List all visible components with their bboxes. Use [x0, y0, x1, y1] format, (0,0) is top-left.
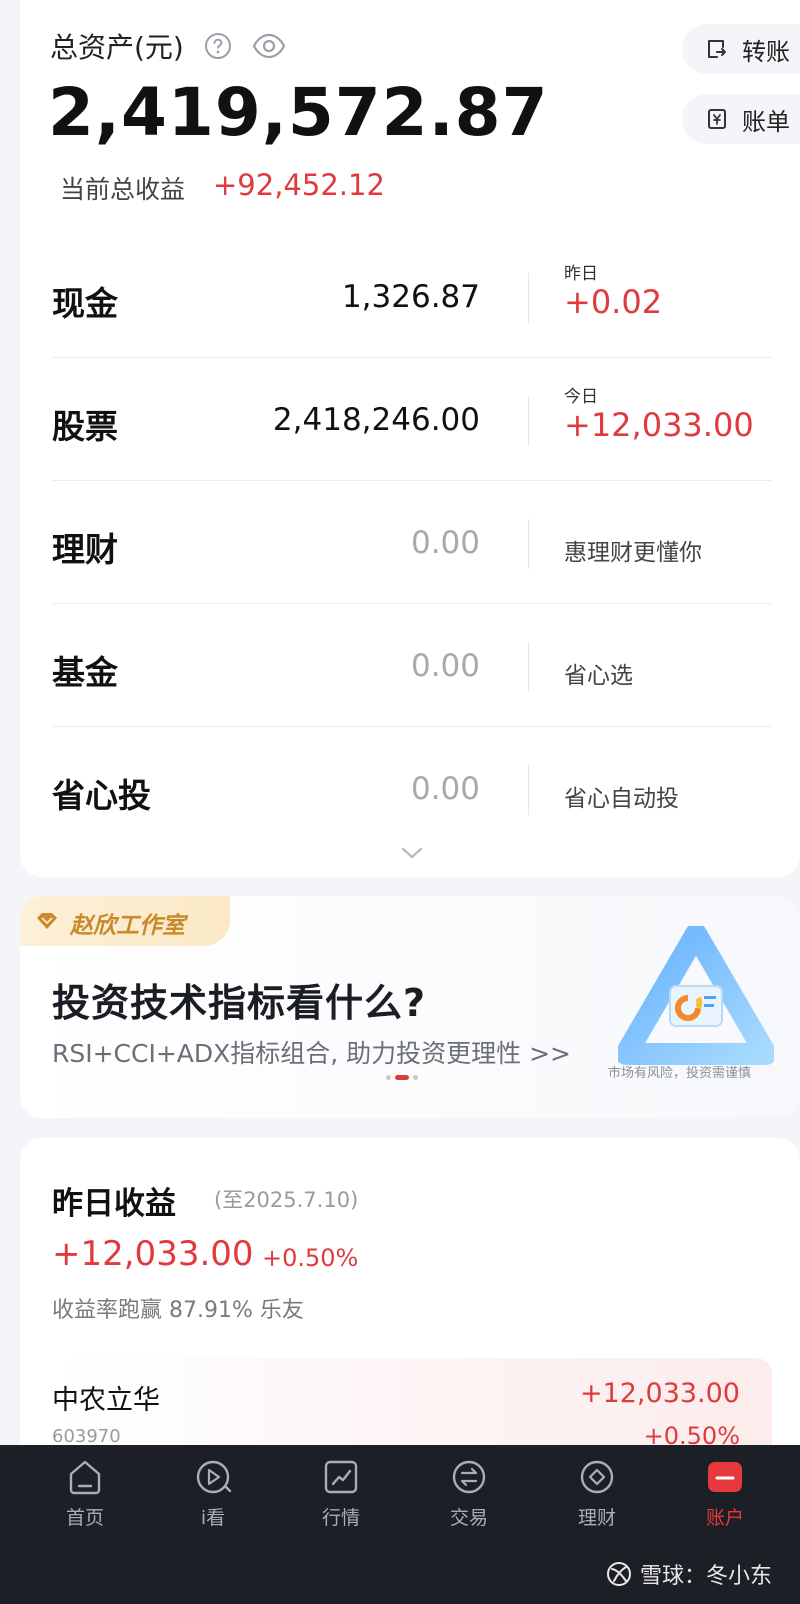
eye-icon[interactable]: [252, 33, 286, 59]
asset-label: 省心投: [52, 776, 151, 815]
home-icon: [69, 1460, 101, 1495]
tab-label: i看: [200, 1507, 226, 1529]
chevron-down-icon[interactable]: [400, 846, 424, 860]
banner-title: 投资技术指标看什么?: [52, 981, 427, 1025]
earnings-date: (至2025.7.10): [214, 1188, 359, 1212]
asset-label: 股票: [52, 407, 118, 446]
tab-label: 理财: [577, 1507, 616, 1529]
tab-account[interactable]: 账户: [665, 1457, 785, 1547]
diamond-badge-icon: [37, 913, 57, 929]
earnings-beat-text: 收益率跑赢 87.91% 乐友: [52, 1298, 304, 1323]
diamond-icon: [580, 1460, 614, 1494]
tab-watch[interactable]: i看: [153, 1457, 273, 1547]
divider: [528, 519, 529, 569]
chart-icon: [324, 1460, 358, 1494]
stock-earning-item[interactable]: 中农立华 603970 +12,033.00 +0.50%: [52, 1358, 772, 1458]
account-icon: [708, 1462, 742, 1492]
tab-label: 账户: [705, 1507, 744, 1529]
asset-side-value: +12,033.00: [564, 406, 754, 444]
risk-note: 市场有风险，投资需谨慎: [608, 1066, 752, 1081]
promo-banner[interactable]: 赵欣工作室 投资技术指标看什么? RSI+CCI+ADX指标组合, 助力投资更理…: [20, 896, 800, 1118]
total-assets-label: 总资产(元): [50, 31, 184, 64]
stock-name: 中农立华: [52, 1385, 160, 1416]
asset-side-desc: 惠理财更懂你: [564, 540, 702, 566]
asset-row-stock[interactable]: 股票 2,418,246.00 今日 +12,033.00: [52, 358, 772, 481]
exchange-icon: [452, 1460, 486, 1494]
asset-amount: 0.00: [410, 771, 480, 807]
asset-amount: 2,418,246.00: [272, 402, 480, 438]
tab-wealth[interactable]: 理财: [537, 1457, 657, 1547]
studio-tag: 赵欣工作室: [20, 896, 230, 946]
carousel-dot: [386, 1075, 391, 1080]
bottom-tab-bar: 首页 i看 行情 交易 理财 账户 雪球：冬小东: [0, 1445, 800, 1604]
transfer-button[interactable]: 转账: [682, 24, 800, 74]
asset-row-auto-invest[interactable]: 省心投 0.00 省心自动投: [52, 727, 772, 850]
tab-label: 交易: [449, 1507, 488, 1529]
asset-label: 理财: [52, 530, 118, 569]
earnings-amount: +12,033.00: [52, 1234, 254, 1274]
transfer-label: 转账: [742, 37, 790, 66]
asset-amount: 1,326.87: [341, 279, 480, 315]
divider: [528, 273, 529, 323]
divider: [528, 396, 529, 446]
asset-row-wealth[interactable]: 理财 0.00 惠理财更懂你: [52, 481, 772, 604]
tab-label: 行情: [321, 1507, 360, 1529]
asset-label: 基金: [52, 653, 118, 692]
tab-market[interactable]: 行情: [281, 1457, 401, 1547]
carousel-dot-active: [395, 1075, 409, 1080]
earnings-title: 昨日收益: [52, 1186, 176, 1222]
watermark: 雪球：冬小东: [606, 1558, 772, 1590]
asset-row-cash[interactable]: 现金 1,326.87 昨日 +0.02: [52, 235, 772, 358]
asset-side-desc: 省心自动投: [564, 786, 679, 812]
tab-label: 首页: [65, 1507, 104, 1529]
bill-label: 账单: [742, 107, 790, 136]
asset-side-caption: 今日: [564, 387, 598, 407]
asset-amount: 0.00: [410, 648, 480, 684]
studio-name: 赵欣工作室: [70, 913, 185, 939]
asset-row-fund[interactable]: 基金 0.00 省心选: [52, 604, 772, 727]
carousel-dots: [386, 1075, 426, 1080]
asset-side-caption: 昨日: [564, 264, 598, 284]
snowball-logo-icon: [606, 1562, 631, 1586]
asset-label: 现金: [52, 284, 118, 323]
watermark-text: 雪球：冬小东: [639, 1564, 772, 1589]
earnings-card: 昨日收益 (至2025.7.10) +12,033.00 +0.50% 收益率跑…: [20, 1138, 800, 1458]
total-assets-value: 2,419,572.87: [48, 74, 549, 151]
tab-home[interactable]: 首页: [25, 1457, 145, 1547]
stock-code: 603970: [52, 1426, 121, 1447]
stock-earning-amount: +12,033.00: [579, 1378, 740, 1409]
earnings-rate: +0.50%: [262, 1244, 359, 1272]
bill-icon: [708, 109, 726, 129]
divider: [528, 642, 529, 692]
banner-subtitle[interactable]: RSI+CCI+ADX指标组合, 助力投资更理性 >>: [52, 1034, 571, 1070]
help-icon[interactable]: [204, 32, 232, 60]
tab-trade[interactable]: 交易: [409, 1457, 529, 1547]
asset-side-desc: 省心选: [564, 663, 633, 689]
asset-amount: 0.00: [410, 525, 480, 561]
assets-card: 总资产(元) 2,419,572.87 当前总收益 +92,452.12 转账 …: [20, 0, 800, 877]
total-profit-label: 当前总收益: [60, 175, 186, 204]
bill-button[interactable]: 账单: [682, 94, 800, 144]
play-icon: [196, 1460, 232, 1494]
total-profit-value: +92,452.12: [213, 168, 385, 202]
asset-side-value: +0.02: [564, 283, 663, 321]
carousel-dot: [413, 1075, 418, 1080]
transfer-icon: [708, 40, 726, 58]
divider: [528, 765, 529, 815]
indicator-illustration-icon: [618, 926, 774, 1065]
